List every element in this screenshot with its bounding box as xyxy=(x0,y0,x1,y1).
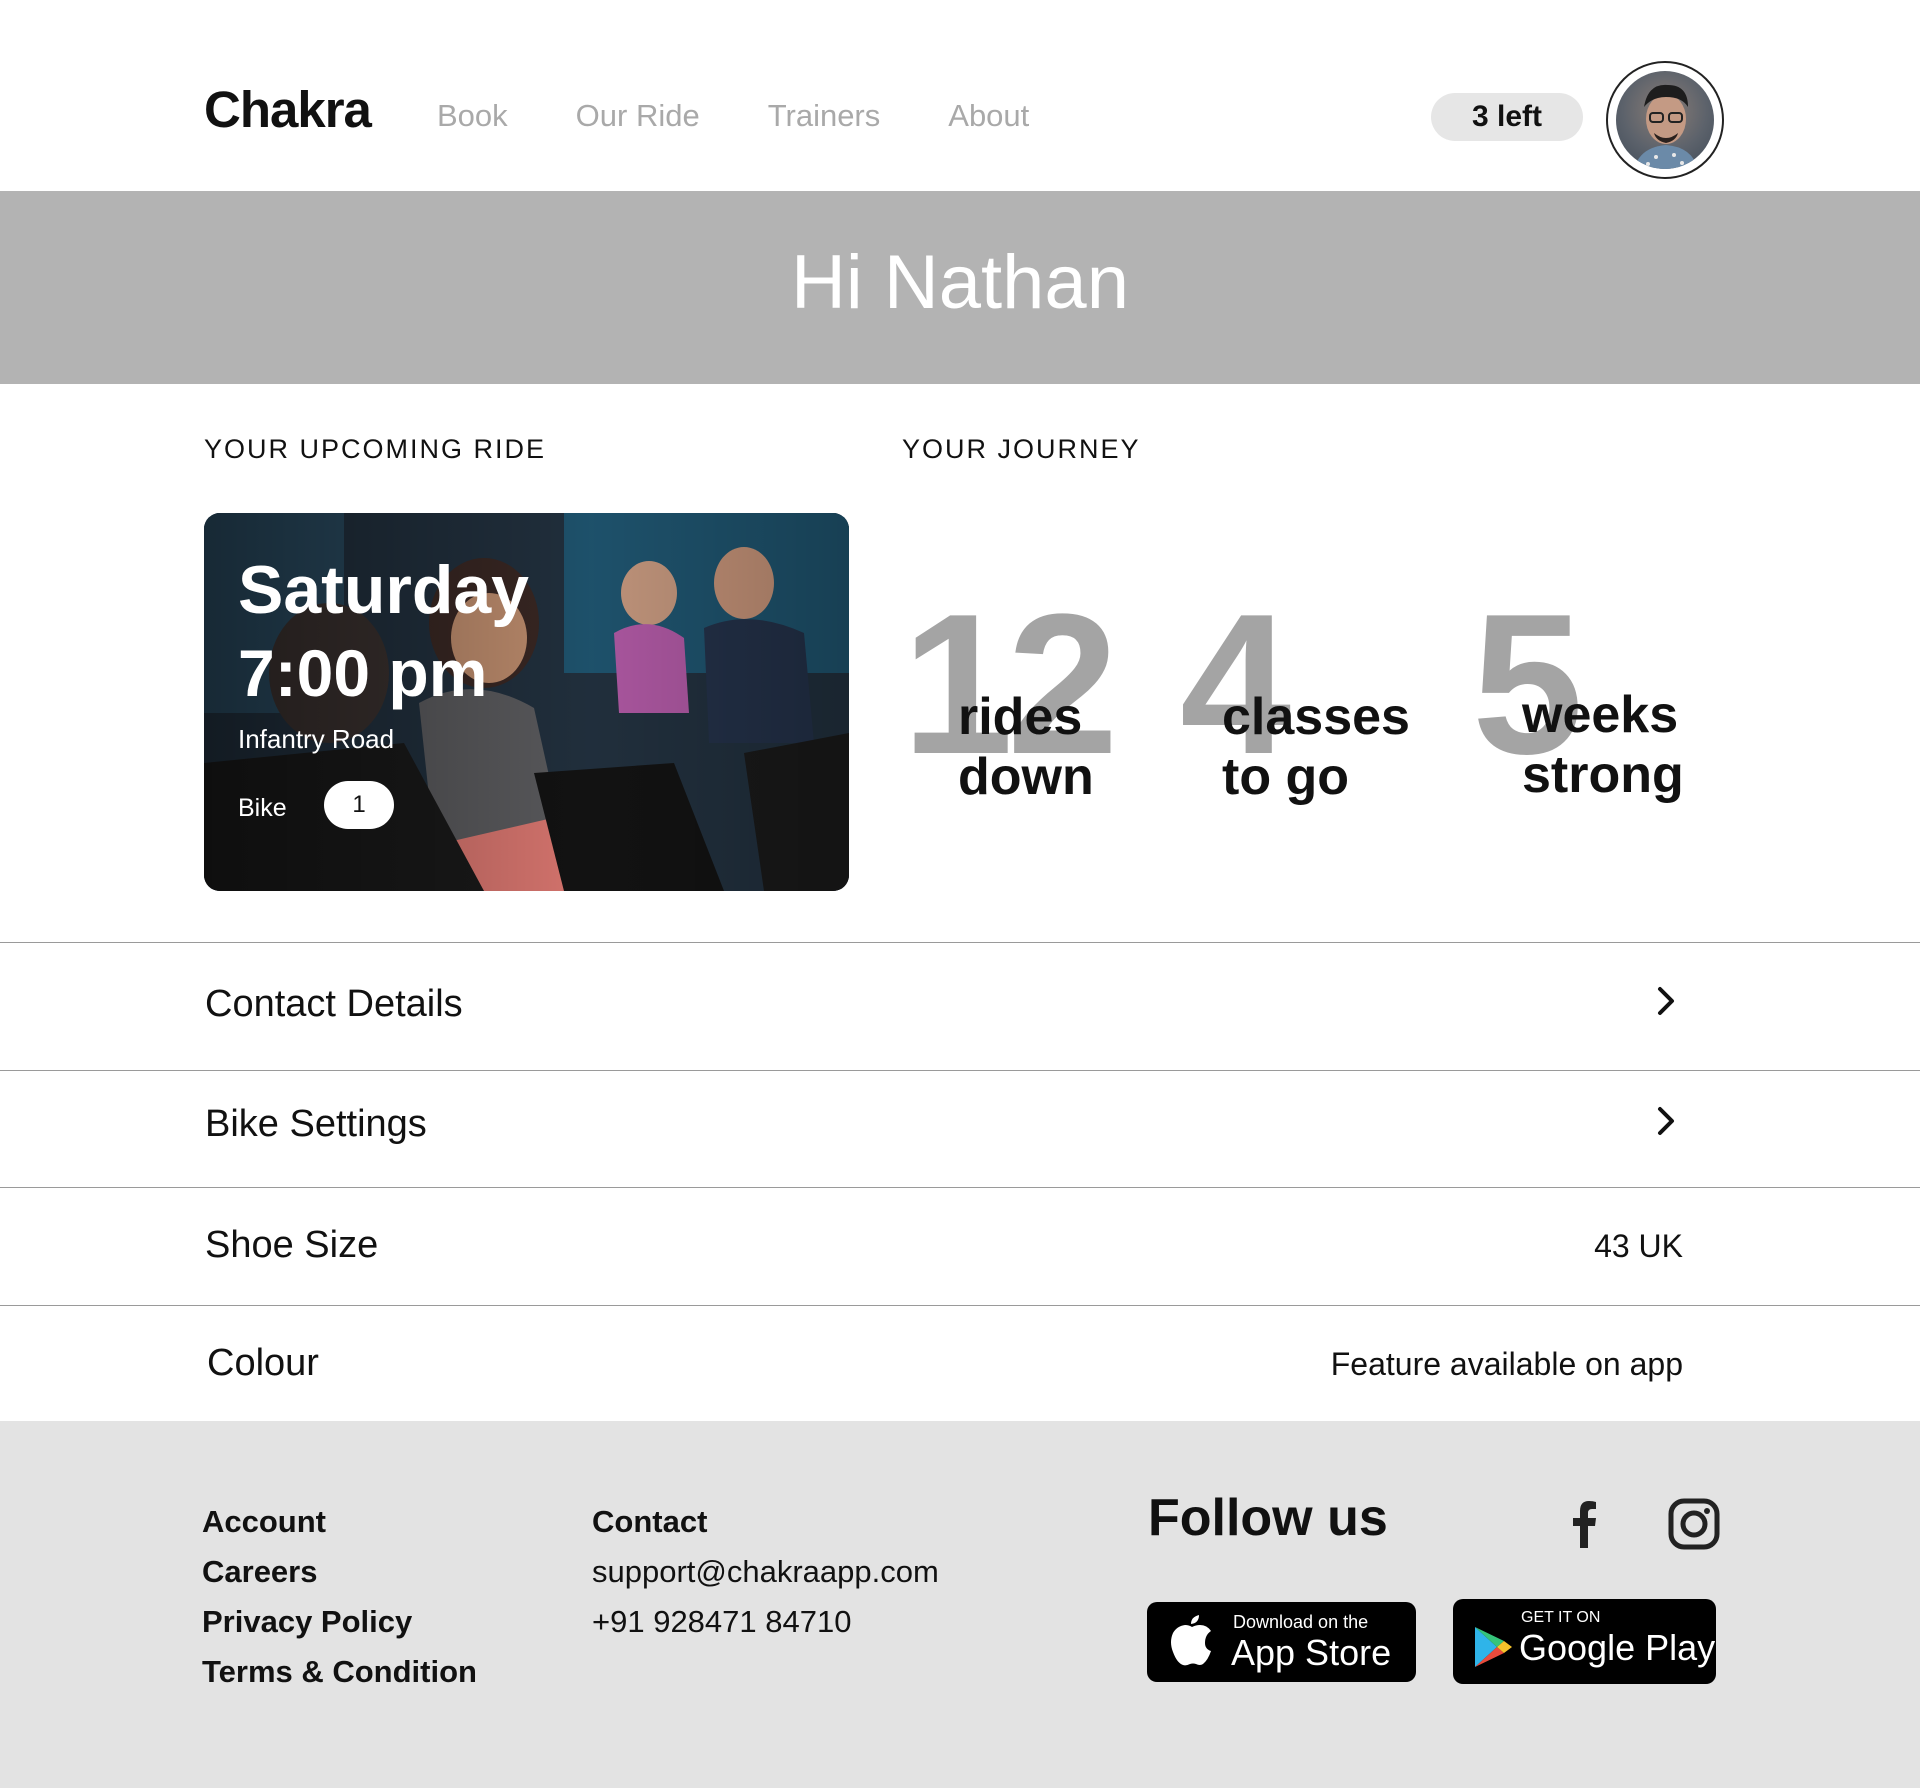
ride-time: 7:00 pm xyxy=(238,636,488,710)
journey-heading: YOUR JOURNEY xyxy=(902,434,1141,464)
footer-phone[interactable]: +91 928471 84710 xyxy=(592,1604,851,1640)
settings-row-shoe-size[interactable]: Shoe Size 43 UK xyxy=(0,1187,1920,1305)
user-avatar[interactable] xyxy=(1606,61,1724,179)
site-footer: Account Careers Privacy Policy Terms & C… xyxy=(0,1421,1920,1788)
facebook-icon[interactable] xyxy=(1558,1498,1610,1550)
upcoming-ride-heading: YOUR UPCOMING RIDE xyxy=(204,434,547,464)
follow-us-heading: Follow us xyxy=(1148,1489,1388,1547)
row-label: Contact Details xyxy=(205,983,463,1025)
nav-about[interactable]: About xyxy=(948,98,1029,134)
google-play-badge[interactable]: GET IT ON Google Play xyxy=(1453,1599,1716,1684)
row-label: Bike Settings xyxy=(205,1103,427,1145)
nav-book[interactable]: Book xyxy=(437,98,508,134)
stat-label: weeks strong xyxy=(1522,686,1684,804)
app-store-badge[interactable]: Download on the App Store xyxy=(1147,1602,1416,1682)
settings-row-contact-details[interactable]: Contact Details xyxy=(0,942,1920,1060)
row-label: Shoe Size xyxy=(205,1224,379,1266)
brand-logo[interactable]: Chakra xyxy=(204,80,372,139)
chevron-right-icon xyxy=(1658,987,1674,1015)
app-store-small-text: Download on the xyxy=(1233,1612,1369,1632)
ride-location: Infantry Road xyxy=(238,724,395,754)
rides-left-badge[interactable]: 3 left xyxy=(1431,93,1583,141)
footer-email[interactable]: support@chakraapp.com xyxy=(592,1554,939,1590)
footer-link-careers[interactable]: Careers xyxy=(202,1554,317,1590)
row-label: Colour xyxy=(207,1342,319,1384)
avatar-photo xyxy=(1616,71,1714,169)
top-header: Chakra Book Our Ride Trainers About 3 le… xyxy=(0,0,1920,191)
app-store-big-text: App Store xyxy=(1231,1632,1392,1673)
settings-row-colour[interactable]: Colour Feature available on app xyxy=(0,1305,1920,1421)
settings-row-bike-settings[interactable]: Bike Settings xyxy=(0,1070,1920,1188)
stat-label: classes to go xyxy=(1222,688,1410,806)
footer-link-privacy-policy[interactable]: Privacy Policy xyxy=(202,1604,412,1640)
footer-link-account[interactable]: Account xyxy=(202,1504,326,1540)
google-play-icon xyxy=(1475,1627,1512,1667)
greeting-text: Hi Nathan xyxy=(791,240,1129,325)
footer-link-terms[interactable]: Terms & Condition xyxy=(202,1654,477,1690)
nav-our-ride[interactable]: Our Ride xyxy=(576,98,700,134)
chevron-right-icon xyxy=(1658,1107,1674,1135)
shoe-size-value: 43 UK xyxy=(1594,1228,1683,1264)
bike-label: Bike xyxy=(238,794,287,822)
greeting-banner: Hi Nathan xyxy=(0,191,1920,384)
stat-label: rides down xyxy=(958,688,1094,806)
upcoming-ride-card[interactable]: Saturday 7:00 pm Infantry Road Bike 1 xyxy=(204,513,849,891)
profile-page: Chakra Book Our Ride Trainers About 3 le… xyxy=(0,0,1920,1788)
footer-contact-heading: Contact xyxy=(592,1504,708,1539)
apple-icon xyxy=(1171,1615,1211,1666)
colour-value: Feature available on app xyxy=(1330,1346,1683,1382)
bike-number-badge: 1 xyxy=(324,781,394,829)
ride-day: Saturday xyxy=(238,552,529,628)
google-play-big-text: Google Play xyxy=(1519,1627,1716,1668)
instagram-icon[interactable] xyxy=(1668,1498,1720,1550)
google-play-small-text: GET IT ON xyxy=(1521,1609,1601,1626)
main-nav: Book Our Ride Trainers About xyxy=(437,98,1097,134)
nav-trainers[interactable]: Trainers xyxy=(768,98,881,134)
